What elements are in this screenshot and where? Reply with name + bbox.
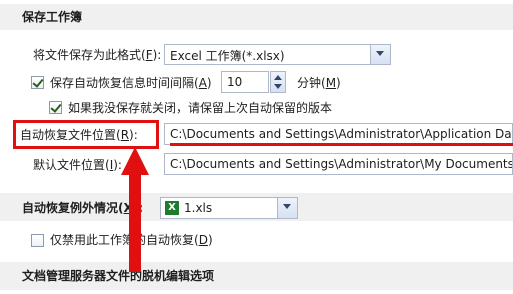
autosave-minutes-input[interactable]: 10 — [221, 71, 269, 93]
checkmark-icon — [50, 101, 62, 113]
section-header-offline: 文档管理服务器文件的脱机编辑选项 — [0, 262, 513, 290]
disable-autorecover-checkbox[interactable] — [31, 234, 44, 247]
dropdown-button[interactable] — [370, 45, 390, 64]
save-format-select[interactable]: Excel 工作簿(*.xlsx) — [164, 44, 391, 65]
recover-location-input[interactable]: C:\Documents and Settings\Administrator\… — [164, 123, 513, 145]
spin-down-icon[interactable] — [274, 84, 282, 89]
checkmark-icon — [32, 76, 44, 88]
save-format-label: 将文件保存为此格式(F): — [33, 48, 162, 62]
autosave-minutes-stepper[interactable] — [270, 71, 286, 93]
excel-file-icon: X — [165, 201, 179, 215]
keep-version-label: 如果我没保存就关闭，请保留上次自动保留的版本 — [68, 101, 333, 115]
arrow-shaft — [129, 174, 141, 272]
dropdown-button[interactable] — [277, 198, 297, 218]
minutes-unit-label: 分钟(M) — [297, 76, 341, 90]
red-arrow-annotation — [121, 147, 149, 272]
save-format-value: Excel 工作簿(*.xlsx) — [170, 49, 285, 63]
chevron-down-icon — [283, 204, 291, 209]
chevron-down-icon — [376, 51, 384, 56]
keep-version-checkbox[interactable] — [49, 101, 62, 114]
autosave-label: 保存自动恢复信息时间间隔(A) — [50, 76, 212, 90]
recover-path-underline-annotation — [170, 143, 513, 146]
default-location-label: 默认文件位置(I): — [33, 158, 122, 172]
section-header-save: 保存工作簿 — [0, 4, 513, 30]
default-location-input[interactable]: C:\Documents and Settings\Administrator\… — [164, 153, 513, 175]
recover-location-label: 自动恢复文件位置(R): — [20, 128, 138, 142]
exceptions-workbook-value: 1.xls — [184, 201, 213, 215]
autosave-checkbox[interactable] — [31, 76, 44, 89]
spin-up-icon[interactable] — [274, 75, 282, 80]
section-title-save: 保存工作簿 — [22, 10, 83, 24]
arrow-head — [121, 147, 149, 175]
exceptions-workbook-select[interactable]: X 1.xls — [160, 197, 298, 219]
